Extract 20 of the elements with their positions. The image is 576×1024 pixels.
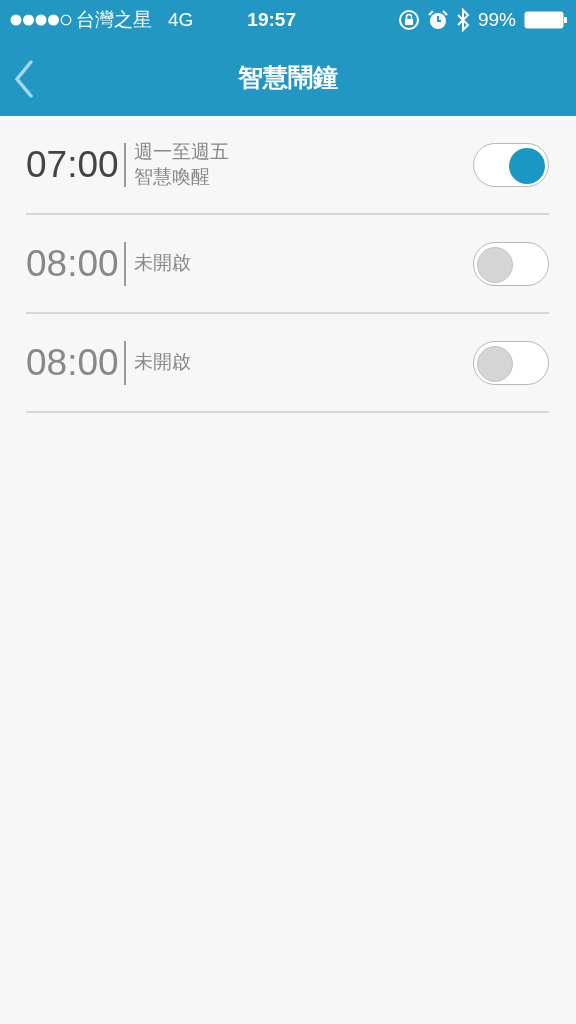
page-title: 智慧鬧鐘 xyxy=(238,62,338,94)
toggle-switch[interactable] xyxy=(473,142,549,187)
alarm-time: 08:00 xyxy=(26,241,120,286)
bluetooth-icon xyxy=(455,8,470,32)
toggle-switch[interactable] xyxy=(473,340,549,385)
rotation-lock-icon xyxy=(397,9,420,31)
alarm-label: 智慧喚醒 xyxy=(134,164,211,189)
battery-percent: 99% xyxy=(477,7,516,32)
carrier-name: 台灣之星 xyxy=(76,7,152,32)
status-time: 19:57 xyxy=(247,7,296,32)
alarm-label: 未開啟 xyxy=(134,251,191,276)
signal-icon xyxy=(10,14,72,26)
alarm-label: 未開啟 xyxy=(134,350,191,375)
battery-icon xyxy=(524,11,568,29)
alarm-label: 週一至週五 xyxy=(134,139,229,164)
network-type: 4G xyxy=(168,7,194,32)
alarm-time: 08:00 xyxy=(26,340,120,385)
toggle-switch[interactable] xyxy=(473,241,549,286)
alarm-icon xyxy=(427,10,448,30)
alarm-time: 07:00 xyxy=(26,142,120,187)
